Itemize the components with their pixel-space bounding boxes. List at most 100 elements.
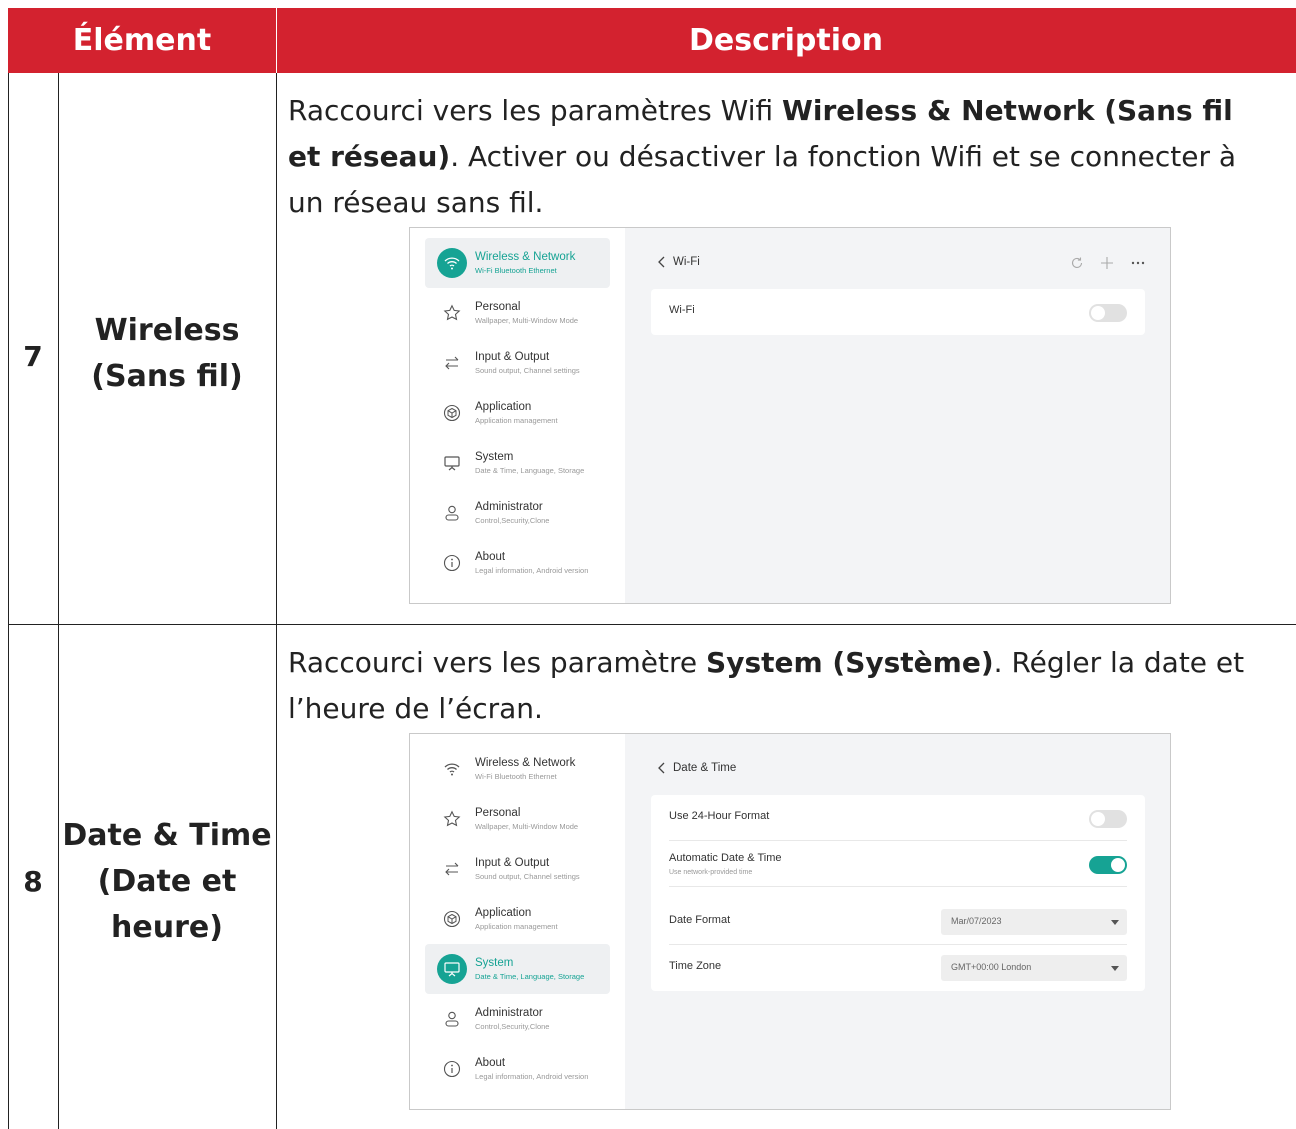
- row-element-name: Date & Time (Date et heure): [58, 813, 276, 951]
- automatic-date-time-sublabel: Use network-provided time: [669, 869, 753, 876]
- wifi-settings-screenshot: Wireless & Network Wi-Fi Bluetooth Ethern…: [409, 227, 1171, 604]
- settings-sidebar: Wireless & Network Wi-Fi Bluetooth Ethern…: [410, 228, 625, 603]
- element-name-line: (Date et: [97, 864, 237, 899]
- sidebar-item-title: Personal: [475, 807, 521, 819]
- sidebar-item-about[interactable]: About Legal information, Android version: [425, 538, 610, 588]
- time-zone-value: GMT+00:00 London: [951, 962, 1032, 972]
- sidebar-item-subtitle: Sound output, Channel settings: [475, 872, 580, 881]
- sidebar-item-subtitle: Control,Security,Clone: [475, 516, 550, 525]
- display-icon: [437, 954, 467, 984]
- sidebar-item-administrator[interactable]: Administrator Control,Security,Clone: [425, 994, 610, 1044]
- use-24-hour-label: Use 24-Hour Format: [669, 810, 770, 822]
- sidebar-item-input-output[interactable]: Input & Output Sound output, Channel sett…: [425, 844, 610, 894]
- star-icon: [437, 298, 467, 328]
- row-divider: [669, 886, 1127, 887]
- info-icon: [437, 548, 467, 578]
- use-24-hour-toggle[interactable]: [1089, 810, 1127, 828]
- desc-text: Raccourci vers les paramètre: [288, 646, 707, 679]
- swap-arrows-icon: [437, 854, 467, 884]
- toggle-knob: [1111, 858, 1125, 872]
- sidebar-item-title: System: [475, 451, 514, 463]
- sidebar-item-title: Input & Output: [475, 857, 550, 869]
- sidebar-item-about[interactable]: About Legal information, Android version: [425, 1044, 610, 1094]
- sidebar-item-subtitle: Legal information, Android version: [475, 1072, 589, 1081]
- panel-title: Wi-Fi: [657, 256, 700, 268]
- back-chevron-icon[interactable]: [657, 762, 665, 774]
- toggle-knob: [1091, 812, 1105, 826]
- sidebar-item-subtitle: Wallpaper, Multi-Window Mode: [475, 822, 579, 831]
- element-name-line: Date & Time: [62, 818, 272, 853]
- date-time-card: Use 24-Hour Format Automatic Date & Time…: [651, 795, 1145, 991]
- panel-title-text: Date & Time: [673, 762, 737, 774]
- wifi-icon: [437, 754, 467, 784]
- row-number: 8: [23, 865, 43, 898]
- sidebar-item-personal[interactable]: Personal Wallpaper, Multi-Window Mode: [425, 288, 610, 338]
- date-format-dropdown[interactable]: Mar/07/2023: [941, 909, 1127, 935]
- border-element-col: [276, 73, 277, 1129]
- sidebar-item-title: Administrator: [475, 501, 543, 513]
- sidebar-item-subtitle: Wallpaper, Multi-Window Mode: [475, 316, 579, 325]
- sidebar-item-application[interactable]: Application Application management: [425, 894, 610, 944]
- sidebar-item-input-output[interactable]: Input & Output Sound output, Channel sett…: [425, 338, 610, 388]
- sidebar-item-system[interactable]: System Date & Time, Language, Storage: [425, 438, 610, 488]
- sidebar-item-application[interactable]: Application Application management: [425, 388, 610, 438]
- row-description: Raccourci vers les paramètres Wifi Wirel…: [288, 88, 1248, 226]
- border-number-col: [58, 73, 59, 1129]
- back-chevron-icon[interactable]: [657, 256, 665, 268]
- sidebar-item-subtitle: Control,Security,Clone: [475, 1022, 550, 1031]
- row-divider: [8, 624, 1296, 625]
- sidebar-item-title: Personal: [475, 301, 521, 313]
- swap-arrows-icon: [437, 348, 467, 378]
- wifi-row[interactable]: Wi-Fi: [669, 289, 1127, 335]
- sidebar-item-wireless-network[interactable]: Wireless & Network Wi-Fi Bluetooth Ethern…: [425, 238, 610, 288]
- use-24-hour-row[interactable]: Use 24-Hour Format: [669, 795, 1127, 841]
- sidebar-item-title: Application: [475, 907, 532, 919]
- sidebar-item-wireless-network[interactable]: Wireless & Network Wi-Fi Bluetooth Ethern…: [425, 744, 610, 794]
- settings-main-panel: Wi-Fi Wi-Fi: [625, 228, 1170, 603]
- more-icon[interactable]: [1130, 256, 1146, 270]
- sidebar-item-title: Wireless & Network: [475, 251, 576, 263]
- element-name-line: heure): [111, 910, 223, 945]
- date-format-row: Date Format Mar/07/2023: [669, 899, 1127, 945]
- date-format-label: Date Format: [669, 914, 731, 926]
- automatic-date-time-toggle[interactable]: [1089, 856, 1127, 874]
- time-zone-row: Time Zone GMT+00:00 London: [669, 945, 1127, 991]
- border-left: [8, 73, 9, 1129]
- automatic-date-time-row[interactable]: Automatic Date & Time Use network-provid…: [669, 841, 1127, 887]
- display-icon: [437, 448, 467, 478]
- sidebar-item-title: System: [475, 957, 514, 969]
- caret-down-icon: [1111, 966, 1119, 971]
- element-name-line: (Sans fil): [91, 359, 243, 394]
- caret-down-icon: [1111, 920, 1119, 925]
- sidebar-item-system[interactable]: System Date & Time, Language, Storage: [425, 944, 610, 994]
- desc-text: Raccourci vers les paramètres Wifi: [288, 94, 783, 127]
- row-element-name: Wireless (Sans fil): [58, 308, 276, 400]
- panel-title: Date & Time: [657, 762, 736, 774]
- wifi-toggle[interactable]: [1089, 304, 1127, 322]
- time-zone-label: Time Zone: [669, 960, 722, 972]
- add-icon[interactable]: [1100, 256, 1114, 270]
- time-zone-dropdown[interactable]: GMT+00:00 London: [941, 955, 1127, 981]
- user-icon: [437, 1004, 467, 1034]
- row-number: 7: [23, 340, 43, 373]
- wifi-card: Wi-Fi: [651, 289, 1145, 335]
- sidebar-item-administrator[interactable]: Administrator Control,Security,Clone: [425, 488, 610, 538]
- toggle-knob: [1091, 306, 1105, 320]
- user-icon: [437, 498, 467, 528]
- date-format-value: Mar/07/2023: [951, 916, 1002, 926]
- sidebar-item-subtitle: Date & Time, Language, Storage: [475, 466, 585, 475]
- settings-sidebar: Wireless & Network Wi-Fi Bluetooth Ethern…: [410, 734, 625, 1109]
- sidebar-item-subtitle: Date & Time, Language, Storage: [475, 972, 585, 981]
- refresh-icon[interactable]: [1070, 256, 1084, 270]
- star-icon: [437, 804, 467, 834]
- table-header: Élément Description: [8, 8, 1296, 73]
- sidebar-item-personal[interactable]: Personal Wallpaper, Multi-Window Mode: [425, 794, 610, 844]
- wifi-label: Wi-Fi: [669, 304, 695, 316]
- sidebar-item-title: About: [475, 1057, 506, 1069]
- sidebar-item-title: Administrator: [475, 1007, 543, 1019]
- sidebar-item-subtitle: Legal information, Android version: [475, 566, 589, 575]
- automatic-date-time-label: Automatic Date & Time: [669, 852, 782, 864]
- date-time-settings-screenshot: Wireless & Network Wi-Fi Bluetooth Ethern…: [409, 733, 1171, 1110]
- panel-toolbar: [1070, 256, 1146, 270]
- sidebar-item-subtitle: Application management: [475, 922, 558, 931]
